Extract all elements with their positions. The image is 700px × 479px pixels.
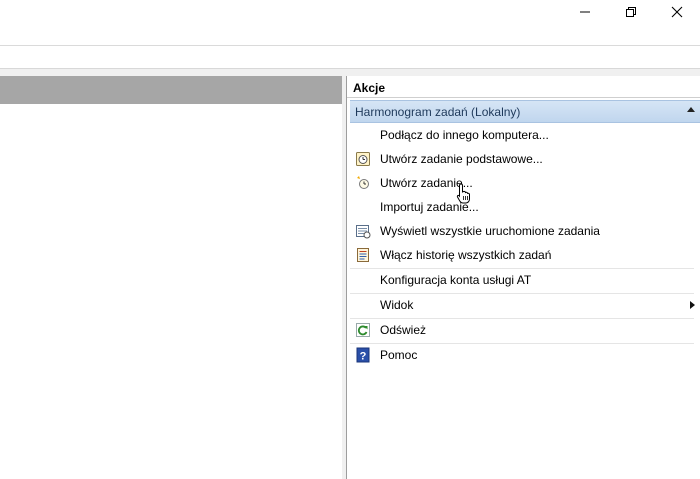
minimize-button[interactable] — [562, 0, 608, 24]
action-connect-to-computer[interactable]: Podłącz do innego komputera... — [350, 124, 700, 148]
actions-pane-title: Akcje — [353, 81, 386, 95]
action-label: Konfiguracja konta usługi AT — [380, 273, 532, 287]
basic-task-icon — [356, 152, 370, 166]
action-at-service-account-config[interactable]: Konfiguracja konta usługi AT — [350, 269, 700, 293]
action-label: Widok — [380, 298, 414, 312]
toolbar — [0, 46, 700, 67]
action-create-basic-task[interactable]: Utwórz zadanie podstawowe... — [350, 148, 700, 172]
action-refresh[interactable]: Odśwież — [350, 319, 700, 343]
restore-icon — [626, 7, 636, 17]
section-title: Harmonogram zadań (Lokalny) — [355, 105, 521, 119]
action-label: Podłącz do innego komputera... — [380, 128, 549, 142]
actions-title-divider — [347, 97, 700, 98]
menu-bar — [0, 30, 700, 44]
help-icon: ? — [356, 347, 370, 363]
center-pane — [0, 76, 342, 479]
action-view[interactable]: Widok — [350, 294, 700, 318]
action-import-task[interactable]: Importuj zadanie... — [350, 196, 700, 220]
action-create-task[interactable]: Utwórz zadanie... — [350, 172, 700, 196]
create-task-icon — [357, 176, 369, 189]
svg-text:?: ? — [360, 351, 367, 363]
center-pane-header — [0, 76, 342, 104]
section-header-task-scheduler[interactable]: Harmonogram zadań (Lokalny) — [350, 100, 700, 123]
minimize-icon — [580, 11, 590, 13]
action-label: Włącz historię wszystkich zadań — [380, 248, 552, 262]
action-help[interactable]: ? Pomoc — [350, 344, 700, 368]
action-enable-history[interactable]: Włącz historię wszystkich zadań — [350, 244, 700, 268]
hand-cursor-icon — [456, 183, 470, 204]
history-icon — [357, 248, 369, 262]
action-label: Odśwież — [380, 323, 427, 337]
action-label: Pomoc — [380, 348, 418, 362]
action-label: Utwórz zadanie podstawowe... — [380, 152, 543, 166]
chevron-up-icon[interactable] — [687, 107, 695, 112]
close-button[interactable] — [654, 0, 700, 24]
title-bar — [0, 0, 700, 30]
action-label: Wyświetl wszystkie uruchomione zadania — [380, 224, 600, 238]
chevron-right-icon — [690, 301, 695, 309]
actions-pane: Akcje Harmonogram zadań (Lokalny) Podłąc… — [346, 76, 700, 479]
restore-button[interactable] — [608, 0, 654, 24]
action-display-running-tasks[interactable]: Wyświetl wszystkie uruchomione zadania — [350, 220, 700, 244]
running-tasks-icon — [356, 225, 371, 239]
close-icon — [671, 6, 683, 18]
refresh-icon — [356, 323, 370, 337]
